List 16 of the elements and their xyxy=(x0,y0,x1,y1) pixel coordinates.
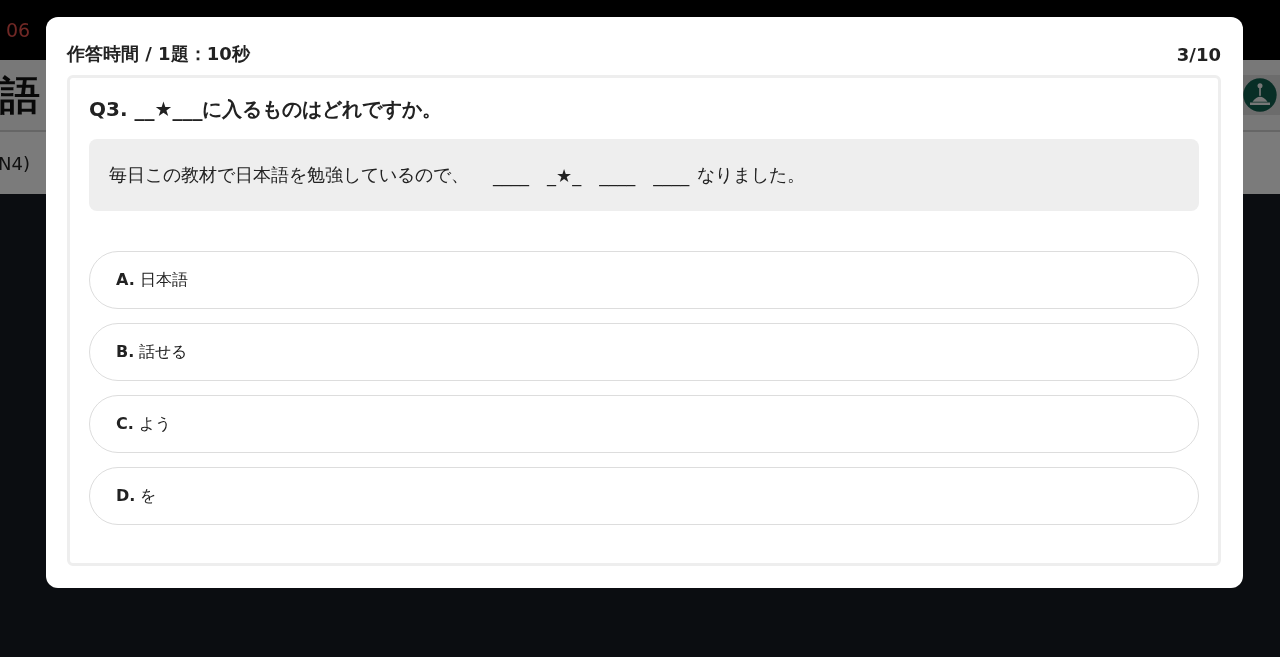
answer-option[interactable]: A. 日本語 xyxy=(89,251,1199,309)
level-text: N4) xyxy=(0,152,30,174)
answer-blank: _★_ xyxy=(547,164,582,186)
answer-option[interactable]: B. 話せる xyxy=(89,323,1199,381)
answer-blank: ____ xyxy=(599,164,636,186)
timer-label: 作答時間 / 1題：10秒 xyxy=(67,42,250,66)
answer-option[interactable]: D. を xyxy=(89,467,1199,525)
answer-blank: ____ xyxy=(493,164,529,186)
page-heading: 語 xyxy=(0,70,40,120)
answer-blank: ____ xyxy=(653,164,690,186)
answer-option[interactable]: C. よう xyxy=(89,395,1199,453)
sentence-text: 毎日この教材で日本語を勉強しているので、 xyxy=(109,163,469,187)
sentence-text: なりました。 xyxy=(697,163,806,187)
page-number: 06 xyxy=(6,19,31,41)
progress-counter: 3/10 xyxy=(1176,43,1221,65)
question-title: Q3. __★___に入るものはどれですか。 xyxy=(89,96,444,123)
